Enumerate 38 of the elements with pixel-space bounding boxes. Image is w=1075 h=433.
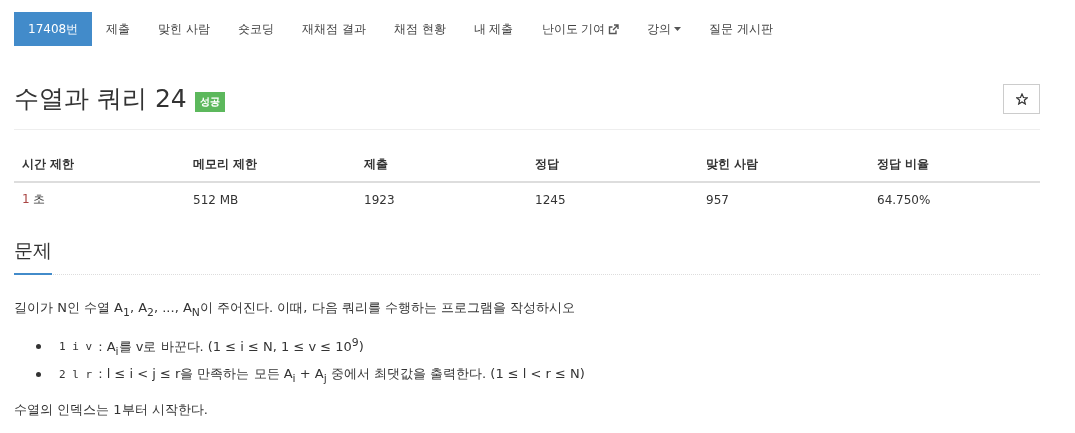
table-cell: 957 <box>698 182 869 216</box>
nav-tab[interactable]: 질문 게시판 <box>695 12 788 46</box>
column-header: 시간 제한 <box>14 152 185 182</box>
nav-tab[interactable]: 재채점 결과 <box>288 12 380 46</box>
table-cell: 512 MB <box>185 182 356 216</box>
problem-note: 수열의 인덱스는 1부터 시작한다. <box>14 400 209 419</box>
problem-statement: 길이가 N인 수열 A$_{1}$, A$_{2}$, ..., A$_{N}$이 주어진다. 이때, 다음 쿼리를 수행하는 프로그램을 작성하시오 <box>14 299 577 319</box>
problem-title: 수열과 쿼리 24 <box>14 83 187 115</box>
caret-icon <box>674 27 682 31</box>
query-description: : A$_{i}$를 v로 바꾼다. (1 ≤ i ≤ N, 1 ≤ v ≤ 10$^{9}$) <box>98 335 364 358</box>
nav-tab[interactable]: 난이도 기여 <box>527 12 634 46</box>
section-heading: 문제 <box>14 238 52 275</box>
column-header: 제출 <box>356 152 527 182</box>
column-header: 정답 비율 <box>869 152 1040 182</box>
nav-tab[interactable]: 숏코딩 <box>224 12 288 46</box>
query-description: : l ≤ i < j ≤ r을 만족하는 모든 A$_{i}$ + A$_{j}$ 중에서 최댓값을 출력한다. (1 ≤ l < r ≤ N) <box>98 364 585 385</box>
time-limit-value: 1 <box>22 192 30 206</box>
table-cell: 64.750% <box>869 182 1040 216</box>
bullet-icon <box>36 344 41 350</box>
query-code: 2 l r <box>59 368 93 382</box>
query-code: 1 i v <box>59 340 93 354</box>
nav-tab[interactable]: 맞힌 사람 <box>144 12 224 46</box>
nav-tab[interactable]: 강의 <box>633 12 696 46</box>
nav-tab[interactable]: 채점 현황 <box>379 12 460 46</box>
bullet-icon <box>36 372 41 378</box>
nav-tab[interactable]: 제출 <box>92 12 145 46</box>
nav-tab[interactable]: 17408번 <box>14 12 93 46</box>
star-icon <box>1015 92 1028 105</box>
time-limit-unit: 초 <box>33 192 46 206</box>
result-badge: 성공 <box>194 91 225 112</box>
table-cell: 1245 <box>527 182 698 216</box>
column-header: 메모리 제한 <box>185 152 356 182</box>
table-cell: 1923 <box>356 182 527 216</box>
nav-tab[interactable]: 내 제출 <box>459 12 528 46</box>
star-button[interactable] <box>1003 83 1040 114</box>
external-link-icon <box>608 23 620 35</box>
column-header: 맞힌 사람 <box>698 152 869 182</box>
column-header: 정답 <box>527 152 698 182</box>
